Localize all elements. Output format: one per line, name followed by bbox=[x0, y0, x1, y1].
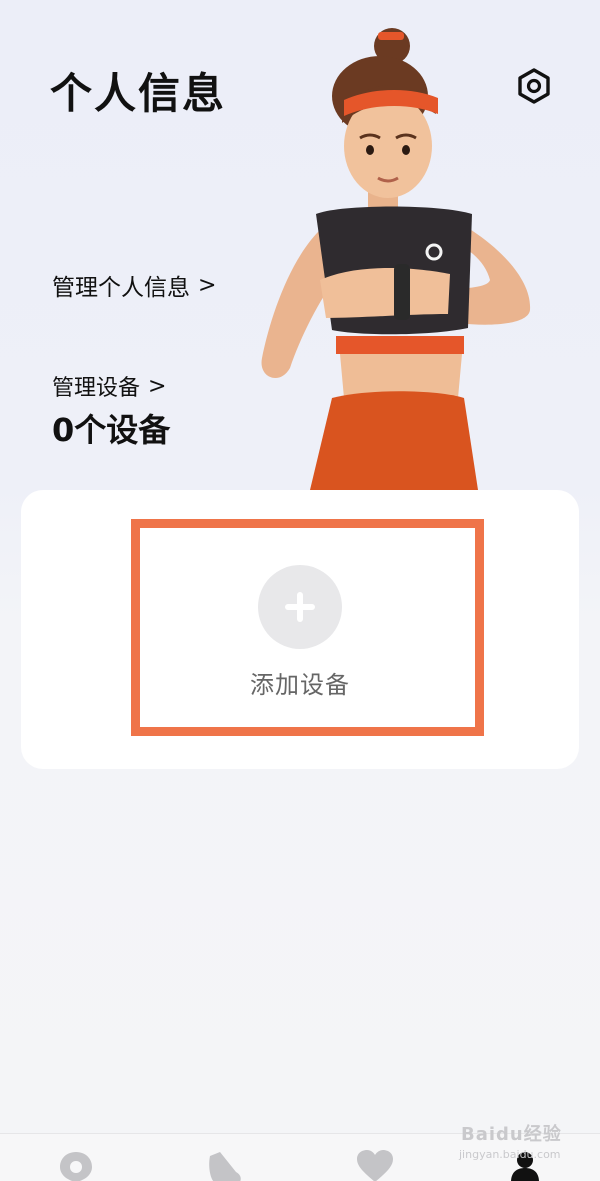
manage-devices-label: 管理设备 bbox=[52, 376, 141, 401]
manage-devices-link[interactable]: 管理设备 > bbox=[52, 370, 166, 402]
watermark-url: jingyan.baidu.com bbox=[459, 1148, 561, 1161]
baidu-watermark: Baidu经验 jingyan.baidu.com bbox=[455, 1112, 575, 1172]
chevron-right-icon: > bbox=[148, 373, 167, 399]
shoe-icon[interactable] bbox=[206, 1150, 246, 1181]
location-pin-icon[interactable] bbox=[56, 1150, 96, 1181]
heart-icon[interactable] bbox=[355, 1150, 395, 1181]
fitness-character-illustration bbox=[261, 28, 531, 490]
device-count: 0个设备 bbox=[52, 411, 171, 449]
watermark-text: Baidu经验 bbox=[461, 1124, 562, 1145]
manage-profile-link[interactable]: 管理个人信息 > bbox=[52, 268, 216, 302]
page-title: 个人信息 bbox=[50, 69, 227, 118]
chevron-right-icon: > bbox=[198, 272, 217, 298]
plus-icon bbox=[258, 565, 342, 649]
add-device-label: 添加设备 bbox=[250, 671, 350, 699]
add-device-button[interactable]: 添加设备 bbox=[200, 565, 400, 705]
manage-profile-label: 管理个人信息 bbox=[52, 275, 190, 301]
